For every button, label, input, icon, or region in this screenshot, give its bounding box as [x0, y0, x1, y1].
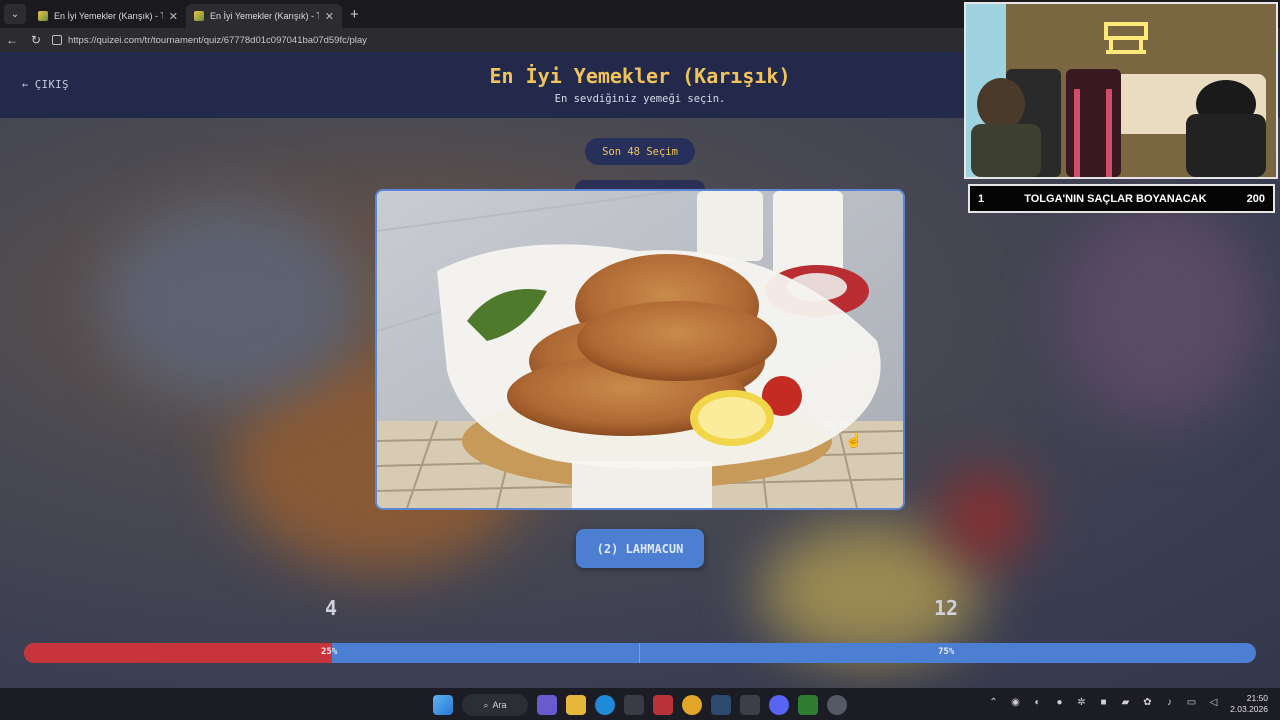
nvidia-tray-icon[interactable]: ▰: [1119, 696, 1132, 709]
left-vote-fill: [24, 643, 332, 663]
hand-cursor-icon: ☝: [845, 432, 863, 448]
clock-date: 2.03.2026: [1230, 704, 1268, 714]
search-label: Ara: [492, 700, 507, 710]
webcam-scene: [966, 4, 1276, 177]
ticker-message: TOLGA'NIN SAÇLAR BOYANACAK: [1024, 192, 1207, 205]
tab-title: En İyi Yemekler (Karışık) - Tier List...: [54, 11, 163, 21]
back-arrow-icon[interactable]: ←: [0, 33, 24, 47]
close-icon[interactable]: ✕: [325, 10, 334, 23]
webcam-overlay: [964, 2, 1278, 179]
browser-tab-2[interactable]: En İyi Yemekler (Karışık) - Tier List...…: [186, 4, 342, 28]
round-badge: Son 48 Seçim: [585, 138, 695, 165]
right-percent-label: 75%: [938, 647, 955, 657]
donation-ticker: 1 TOLGA'NIN SAÇLAR BOYANACAK 200: [968, 184, 1275, 213]
tab-list-button[interactable]: ⌄: [4, 4, 26, 24]
background-blur: [100, 202, 360, 402]
background-blur: [1060, 202, 1260, 422]
windows-taskbar: ⌕ Ara ⌃ ◉ ◐ ● ✲ ■ ▰ ✿ ♪ ▭ ◁ 21:50 2.03.2…: [0, 688, 1280, 720]
reload-icon[interactable]: ↻: [24, 33, 48, 47]
app-icon[interactable]: [740, 695, 760, 715]
discord-icon[interactable]: [769, 695, 789, 715]
ticker-amount: 200: [1246, 192, 1265, 205]
site-favicon-icon: [194, 11, 204, 21]
steam-tray-icon[interactable]: ◐: [1031, 696, 1044, 709]
start-menu-icon[interactable]: [433, 695, 453, 715]
chevron-down-icon: ⌄: [10, 8, 20, 20]
site-info-icon[interactable]: [52, 35, 62, 45]
left-percent-label: 25%: [321, 647, 338, 657]
nvidia-icon[interactable]: [798, 695, 818, 715]
steam-icon[interactable]: [711, 695, 731, 715]
choice-image-card[interactable]: [375, 189, 905, 510]
right-vote-count: 12: [934, 596, 959, 620]
url-field[interactable]: https://quizei.com/tr/tournament/quiz/67…: [52, 35, 367, 46]
close-icon[interactable]: ✕: [169, 10, 178, 23]
tray-app-icon[interactable]: ✿: [1141, 696, 1154, 709]
chevron-up-icon[interactable]: ⌃: [987, 696, 1000, 709]
tray-app-icon[interactable]: ◉: [1009, 696, 1022, 709]
bar-midpoint: [639, 643, 640, 663]
file-explorer-icon[interactable]: [566, 695, 586, 715]
search-icon: ⌕: [483, 699, 489, 710]
system-tray: ⌃ ◉ ◐ ● ✲ ■ ▰ ✿ ♪ ▭ ◁: [987, 696, 1220, 709]
tray-app-icon[interactable]: ●: [1053, 696, 1066, 709]
tray-app-icon[interactable]: ■: [1097, 696, 1110, 709]
app-icon[interactable]: [653, 695, 673, 715]
lahmacun-photo: [377, 191, 903, 508]
tab-title: En İyi Yemekler (Karışık) - Tier List...: [210, 11, 319, 21]
left-vote-count: 4: [325, 596, 338, 620]
background-blur: [940, 472, 1030, 562]
edge-browser-icon[interactable]: [595, 695, 615, 715]
app-icon[interactable]: [827, 695, 847, 715]
store-icon[interactable]: [624, 695, 644, 715]
vote-progress-bar: 25% 75%: [24, 643, 1256, 663]
url-text: https://quizei.com/tr/tournament/quiz/67…: [68, 34, 367, 46]
microphone-icon[interactable]: ♪: [1163, 696, 1176, 709]
clock-time: 21:50: [1246, 693, 1268, 703]
new-tab-button[interactable]: +: [350, 6, 359, 23]
taskbar-clock[interactable]: 21:50 2.03.2026: [1230, 693, 1268, 715]
widgets-icon[interactable]: [537, 695, 557, 715]
browser-tab-1[interactable]: En İyi Yemekler (Karışık) - Tier List...…: [30, 4, 186, 28]
volume-icon[interactable]: ◁: [1207, 696, 1220, 709]
network-icon[interactable]: ▭: [1185, 696, 1198, 709]
chrome-icon[interactable]: [682, 695, 702, 715]
background-blur: [760, 522, 980, 662]
site-favicon-icon: [38, 11, 48, 21]
taskbar-search[interactable]: ⌕ Ara: [462, 694, 528, 716]
choice-button[interactable]: (2) LAHMACUN: [576, 529, 704, 568]
tray-app-icon[interactable]: ✲: [1075, 696, 1088, 709]
ticker-rank: 1: [978, 192, 985, 205]
